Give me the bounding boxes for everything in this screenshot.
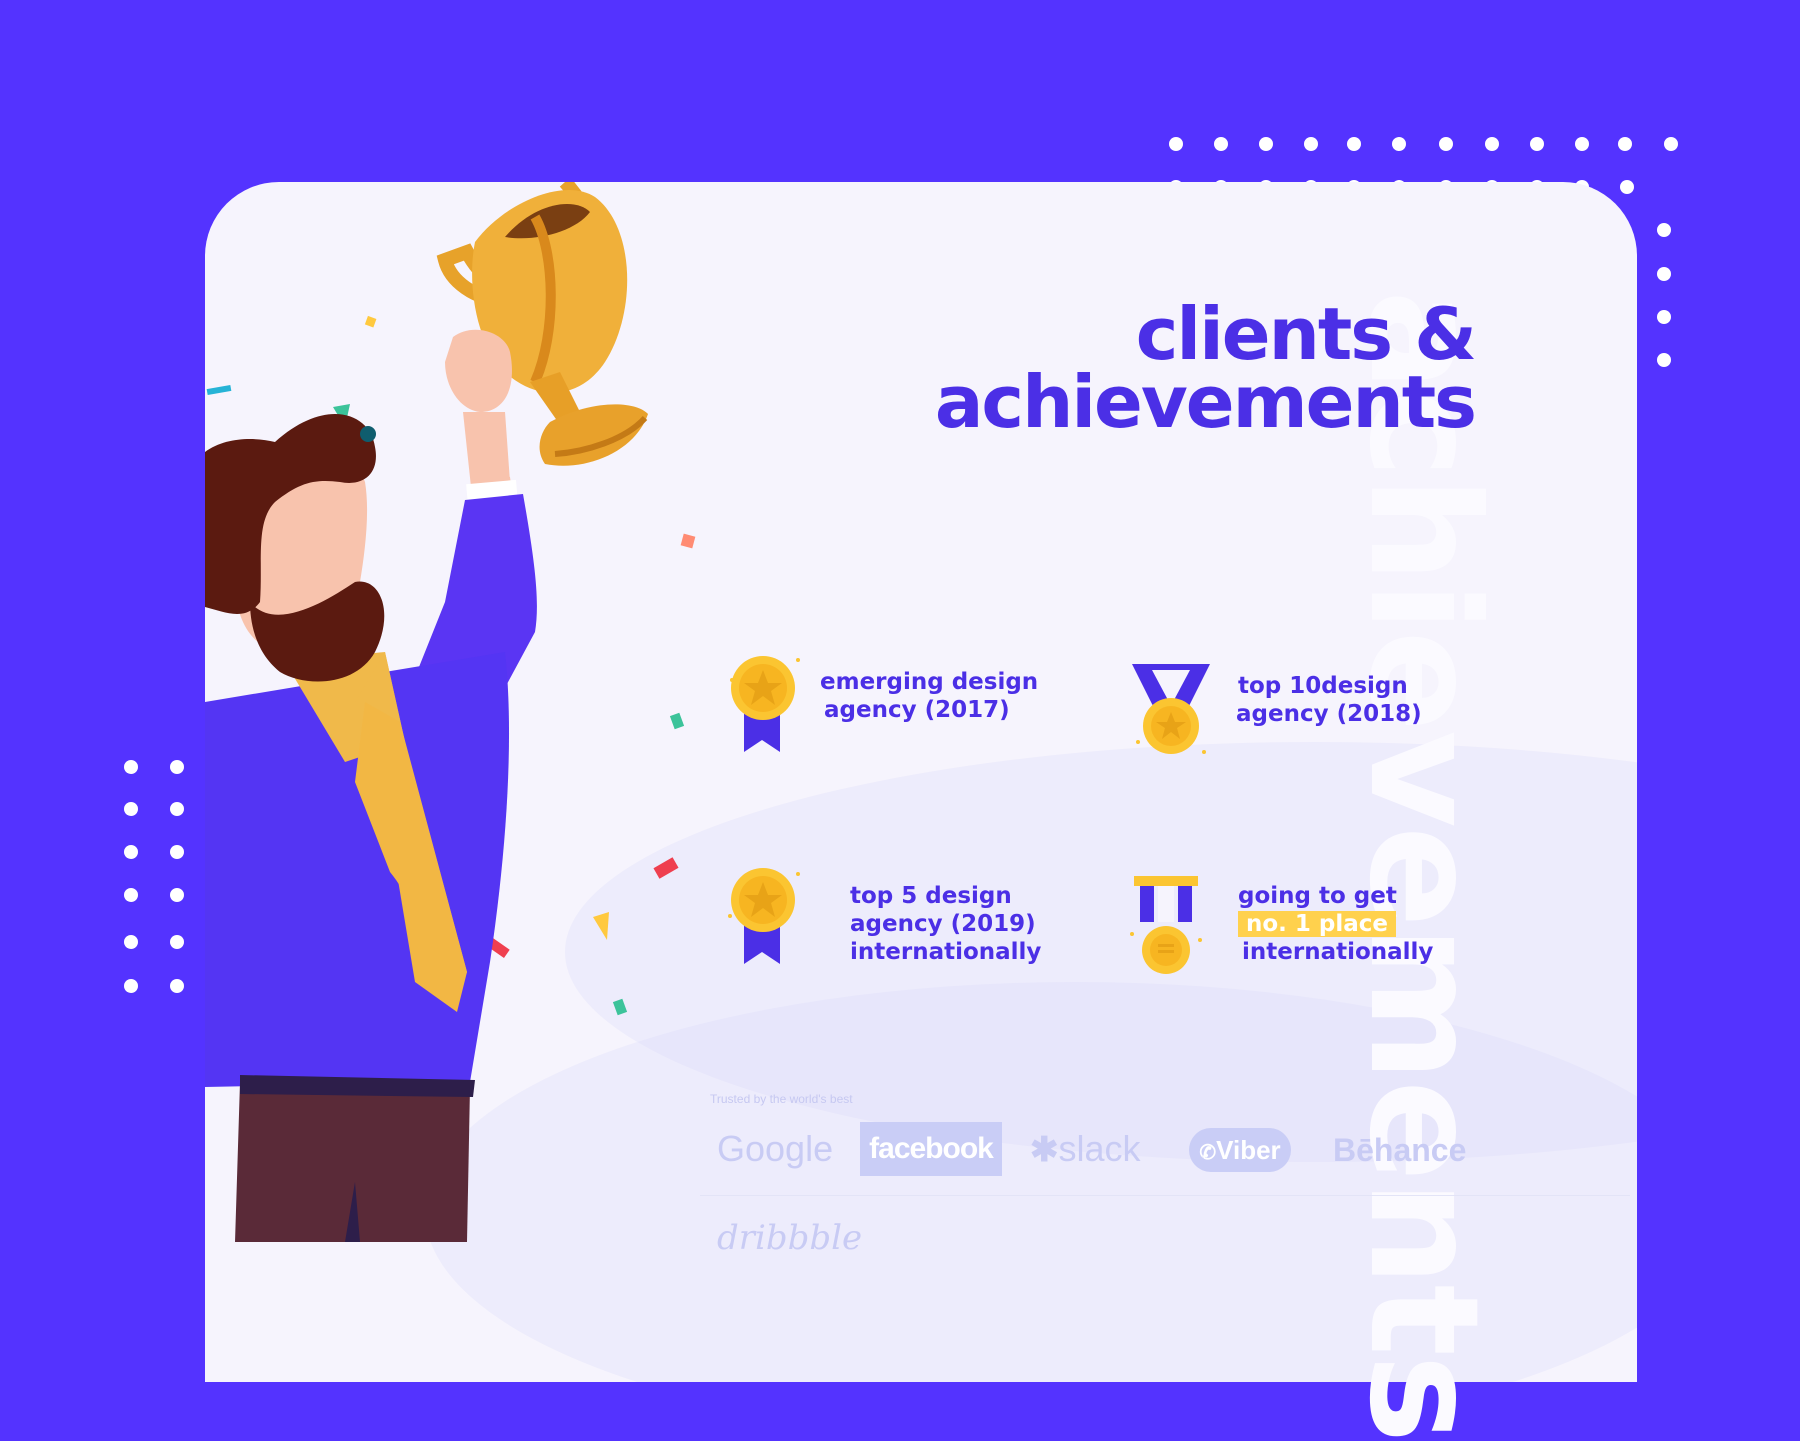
dot [1657,223,1671,237]
dot [170,888,184,902]
achievement-line: internationally [850,939,1042,965]
dot [1347,137,1361,151]
dot [1169,137,1183,151]
dot [124,979,138,993]
viber-logo: ✆Viber [1189,1128,1291,1172]
achievement-line: agency (2017) [824,697,1010,723]
divider [700,1195,1630,1196]
slack-logo: ✱slack [1030,1128,1141,1170]
medal-ribbon-icon [728,868,800,964]
dot [170,802,184,816]
title-line: achievements [934,360,1477,444]
dot [1439,137,1453,151]
behance-logo: Bēhance [1333,1132,1467,1168]
trusted-label: Trusted by the world's best [710,1092,853,1106]
medal-bar-icon [1130,876,1202,974]
achievement-line: no. 1 place [1238,910,1433,938]
slack-wordmark: slack [1058,1128,1141,1169]
phone-icon: ✆ [1199,1142,1217,1164]
viber-wordmark: Viber [1216,1135,1281,1165]
dot [1618,137,1632,151]
dot [1657,353,1671,367]
achievement-line: emerging design [820,669,1039,695]
slack-hash-icon: ✱ [1030,1131,1059,1169]
dot [170,979,184,993]
dot [124,802,138,816]
dot [1575,137,1589,151]
achievement-line: agency (2018) [1236,701,1422,727]
achievement-line: agency (2019) [850,911,1036,937]
facebook-logo: facebook [860,1122,1002,1176]
highlight-badge: no. 1 place [1238,911,1397,937]
medal-lanyard-icon [1132,664,1210,754]
dot [124,845,138,859]
dot [1664,137,1678,151]
dot [1657,310,1671,324]
achievement-line: internationally [1242,939,1434,965]
achievement-line: top 10design [1238,673,1408,699]
dot [1214,137,1228,151]
medal-ribbon-icon [730,656,800,752]
google-logo: Google [717,1128,834,1169]
dot [1392,137,1406,151]
dot [1485,137,1499,151]
dot [1530,137,1544,151]
dribbble-logo: dribbble [717,1218,863,1258]
dot [1259,137,1273,151]
dot [124,935,138,949]
title-line: clients & [1135,292,1477,376]
watermark-text: achievements [1336,290,1510,1441]
dot [1657,267,1671,281]
dot [1304,137,1318,151]
dot [170,760,184,774]
dot [1620,180,1634,194]
dot [170,935,184,949]
dot [124,888,138,902]
dot [170,845,184,859]
achievement-line: top 5 design [850,883,1012,909]
dot [124,760,138,774]
page-title: clients & achievements [934,292,1477,444]
achievement-line: going to get [1238,883,1397,909]
